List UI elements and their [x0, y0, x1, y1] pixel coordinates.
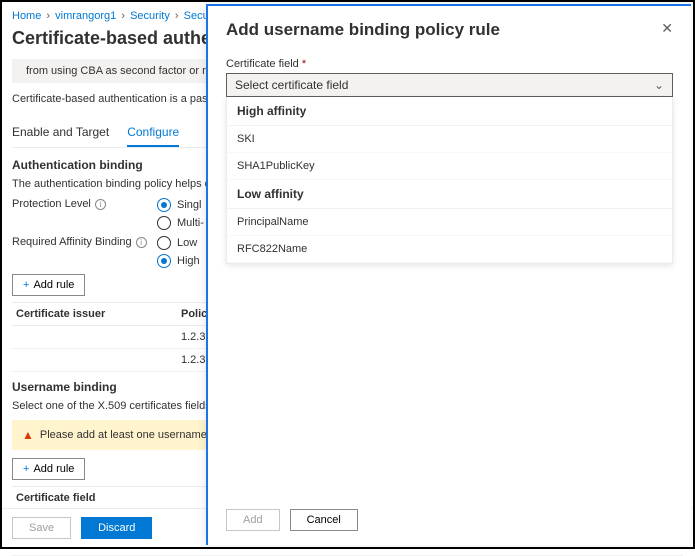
radio-icon: [157, 254, 171, 268]
radio-icon: [157, 236, 171, 250]
col-cert-field: Certificate field: [16, 492, 95, 504]
option-principalname[interactable]: PrincipalName: [227, 209, 672, 236]
info-icon[interactable]: i: [136, 237, 147, 248]
save-button: Save: [12, 517, 71, 539]
side-panel: Add username binding policy rule ✕ Certi…: [206, 4, 691, 545]
affinity-high-radio[interactable]: High: [157, 254, 200, 268]
add-rule-label: Add rule: [33, 463, 74, 475]
group-low-affinity: Low affinity: [227, 180, 672, 209]
protection-single-label: Singl: [177, 199, 201, 211]
breadcrumb-link-org[interactable]: vimrangorg1: [55, 10, 116, 22]
cert-field-select[interactable]: Select certificate field ⌄: [226, 73, 673, 97]
discard-button[interactable]: Discard: [81, 517, 152, 539]
info-icon[interactable]: i: [95, 199, 106, 210]
protection-multi-label: Multi-: [177, 217, 204, 229]
select-placeholder: Select certificate field: [235, 78, 348, 92]
close-icon[interactable]: ✕: [661, 20, 673, 37]
breadcrumb-sep: ›: [46, 10, 50, 22]
breadcrumb-sep: ›: [175, 10, 179, 22]
option-ski[interactable]: SKI: [227, 126, 672, 153]
breadcrumb-link-home[interactable]: Home: [12, 10, 41, 22]
radio-icon: [157, 198, 171, 212]
protection-single-radio[interactable]: Singl: [157, 198, 204, 212]
affinity-low-label: Low: [177, 237, 197, 249]
affinity-low-radio[interactable]: Low: [157, 236, 200, 250]
protection-multi-radio[interactable]: Multi-: [157, 216, 204, 230]
tab-enable-target[interactable]: Enable and Target: [12, 119, 109, 147]
panel-cancel-button[interactable]: Cancel: [290, 509, 358, 531]
breadcrumb-sep: ›: [121, 10, 125, 22]
warning-icon: ▲: [22, 428, 34, 442]
col-cert-issuer: Certificate issuer: [16, 308, 181, 320]
cell-oid: 1.2.3: [181, 354, 205, 366]
affinity-high-label: High: [177, 255, 200, 267]
add-rule-button-user[interactable]: + Add rule: [12, 458, 85, 480]
col-policy: Polic: [181, 308, 207, 320]
chevron-down-icon: ⌄: [654, 78, 664, 92]
panel-add-button: Add: [226, 509, 280, 531]
affinity-label: Required Affinity Binding i: [12, 236, 157, 248]
option-rfc822name[interactable]: RFC822Name: [227, 236, 672, 263]
tab-configure[interactable]: Configure: [127, 119, 179, 147]
cert-field-dropdown: High affinity SKI SHA1PublicKey Low affi…: [226, 97, 673, 264]
add-rule-button-auth[interactable]: + Add rule: [12, 274, 85, 296]
plus-icon: +: [23, 279, 29, 291]
option-sha1publickey[interactable]: SHA1PublicKey: [227, 153, 672, 180]
cert-field-label: Certificate field *: [226, 58, 673, 70]
plus-icon: +: [23, 463, 29, 475]
panel-title: Add username binding policy rule: [226, 20, 500, 40]
breadcrumb-link-security[interactable]: Security: [130, 10, 170, 22]
radio-icon: [157, 216, 171, 230]
protection-level-label: Protection Level i: [12, 198, 157, 210]
add-rule-label: Add rule: [33, 279, 74, 291]
cell-oid: 1.2.3: [181, 331, 205, 343]
group-high-affinity: High affinity: [227, 97, 672, 126]
